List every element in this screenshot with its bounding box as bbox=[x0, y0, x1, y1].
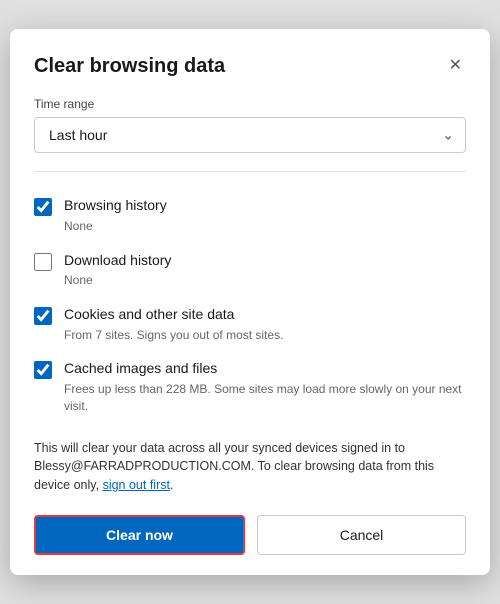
cookies-checkbox-wrapper[interactable] bbox=[34, 307, 52, 330]
download-history-checkbox-wrapper[interactable] bbox=[34, 253, 52, 276]
sign-out-link[interactable]: sign out first bbox=[103, 478, 170, 492]
list-item: Browsing history None bbox=[34, 188, 462, 242]
time-range-label: Time range bbox=[34, 97, 466, 111]
download-history-content: Download history None bbox=[64, 251, 462, 289]
items-list: Browsing history None Download history N… bbox=[34, 188, 466, 422]
time-range-container: Last hour Last 24 hours Last 7 days Last… bbox=[34, 117, 466, 153]
cache-checkbox-wrapper[interactable] bbox=[34, 361, 52, 384]
browsing-history-checkbox[interactable] bbox=[34, 198, 52, 216]
actions-bar: Clear now Cancel bbox=[34, 515, 466, 555]
time-range-select[interactable]: Last hour Last 24 hours Last 7 days Last… bbox=[34, 117, 466, 153]
download-history-desc: None bbox=[64, 272, 462, 289]
dialog-header: Clear browsing data ✕ bbox=[34, 53, 466, 79]
browsing-history-checkbox-wrapper[interactable] bbox=[34, 198, 52, 221]
list-item: Download history None bbox=[34, 243, 462, 297]
browsing-history-desc: None bbox=[64, 218, 462, 235]
clear-browsing-data-dialog: Clear browsing data ✕ Time range Last ho… bbox=[10, 29, 490, 575]
close-button[interactable]: ✕ bbox=[445, 53, 466, 77]
cookies-label: Cookies and other site data bbox=[64, 305, 462, 325]
cache-checkbox[interactable] bbox=[34, 361, 52, 379]
info-text: This will clear your data across all you… bbox=[34, 439, 466, 495]
clear-now-button[interactable]: Clear now bbox=[34, 515, 245, 555]
download-history-label: Download history bbox=[64, 251, 462, 271]
info-text-after: . bbox=[170, 478, 173, 492]
list-item: Cached images and files Frees up less th… bbox=[34, 351, 462, 422]
cancel-button[interactable]: Cancel bbox=[257, 515, 466, 555]
dialog-title: Clear browsing data bbox=[34, 53, 225, 79]
cache-content: Cached images and files Frees up less th… bbox=[64, 359, 462, 414]
cookies-desc: From 7 sites. Signs you out of most site… bbox=[64, 327, 462, 344]
browsing-history-label: Browsing history bbox=[64, 196, 462, 216]
download-history-checkbox[interactable] bbox=[34, 253, 52, 271]
cache-label: Cached images and files bbox=[64, 359, 462, 379]
info-text-before: This will clear your data across all you… bbox=[34, 441, 434, 493]
browsing-history-content: Browsing history None bbox=[64, 196, 462, 234]
cookies-content: Cookies and other site data From 7 sites… bbox=[64, 305, 462, 343]
list-item: Cookies and other site data From 7 sites… bbox=[34, 297, 462, 351]
divider bbox=[34, 171, 466, 172]
cookies-checkbox[interactable] bbox=[34, 307, 52, 325]
cache-desc: Frees up less than 228 MB. Some sites ma… bbox=[64, 381, 462, 415]
